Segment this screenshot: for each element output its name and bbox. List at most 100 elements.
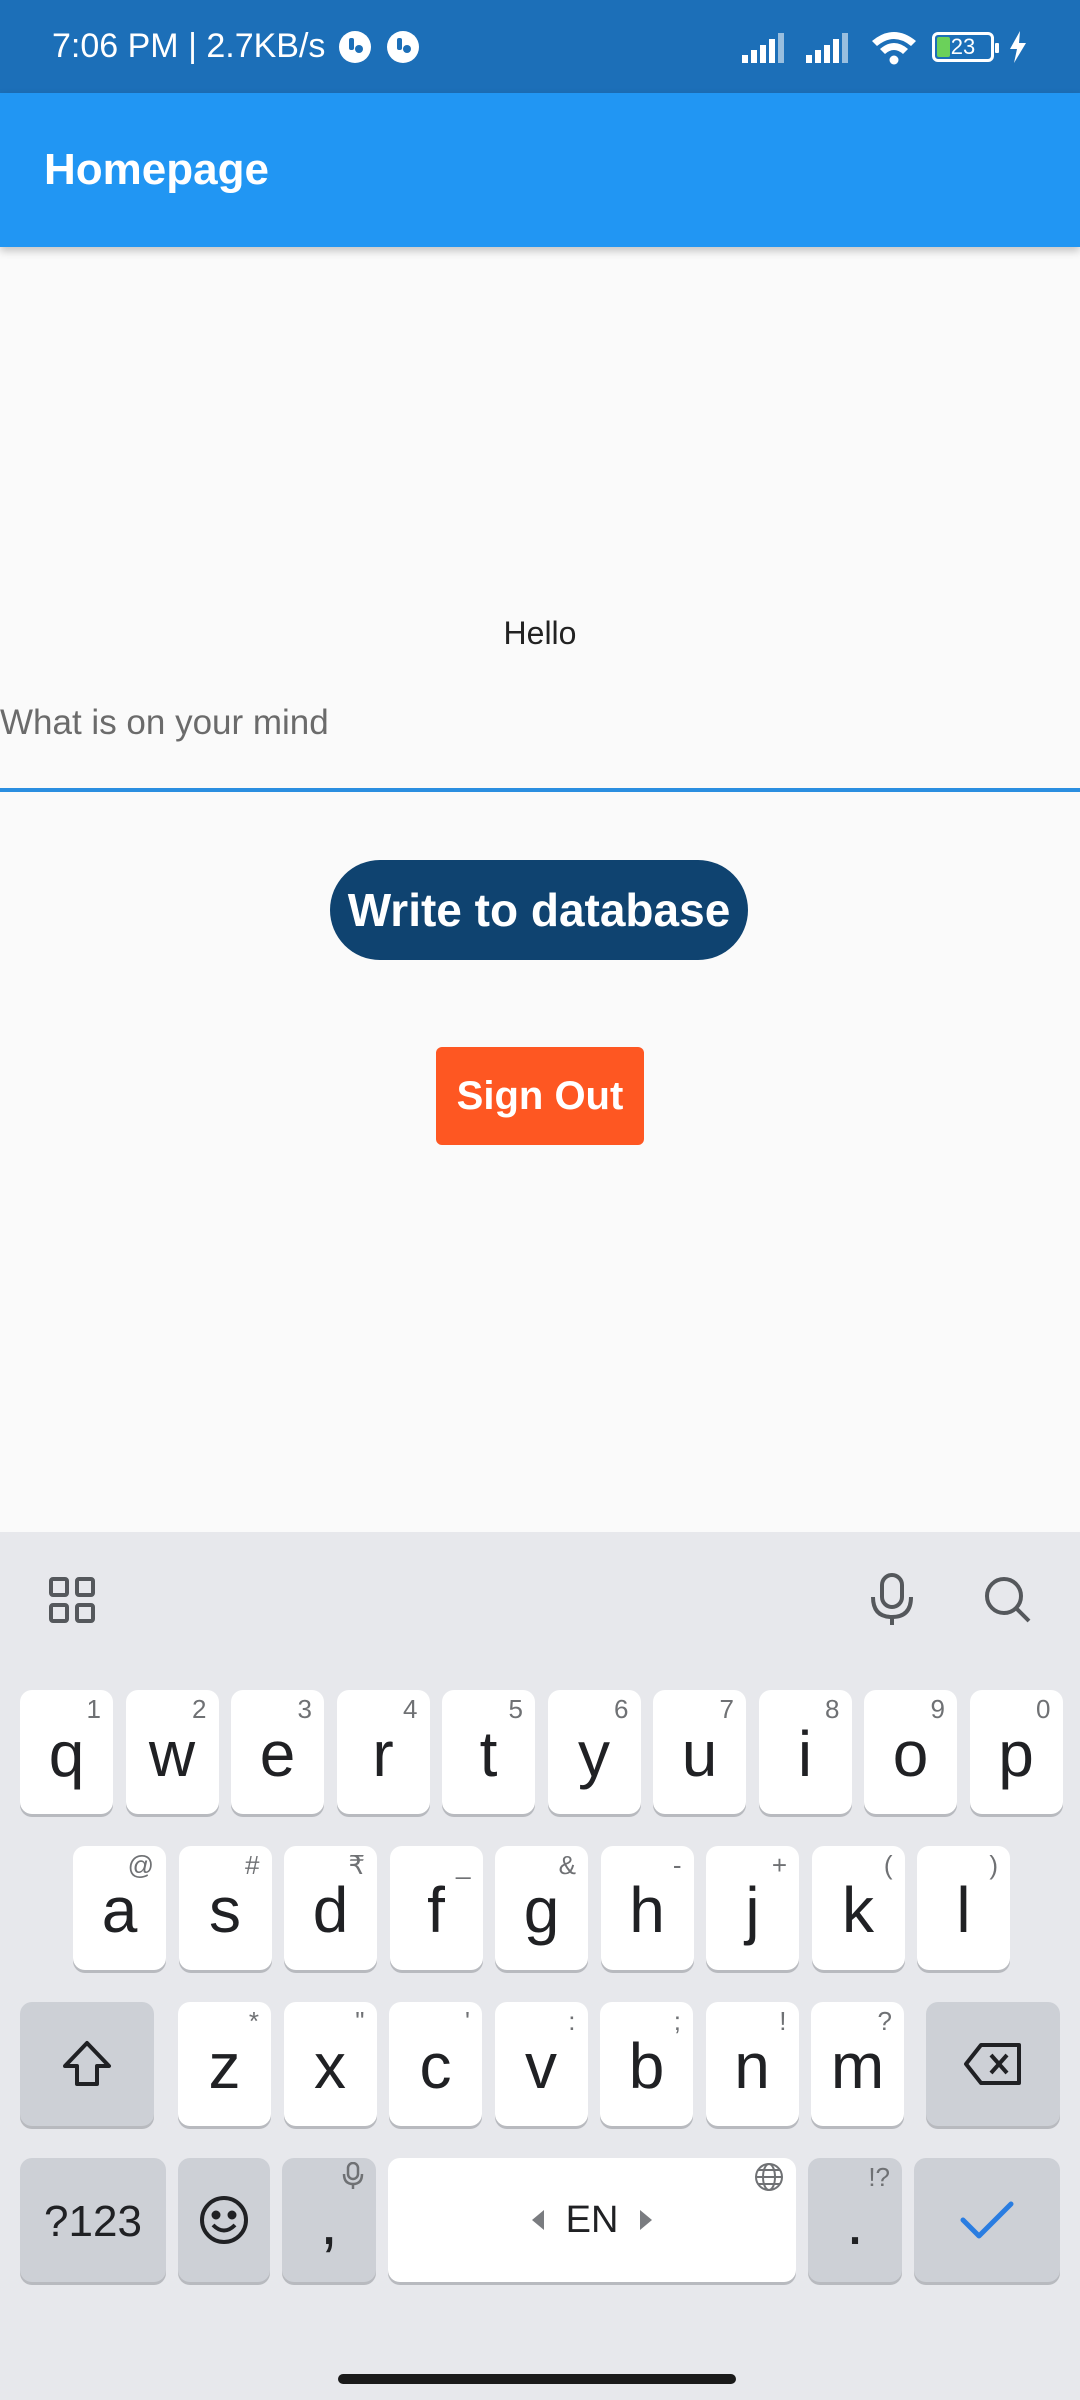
key-b[interactable]: ; b [600, 2002, 693, 2126]
key-x[interactable]: " x [283, 2002, 377, 2126]
enter-key[interactable] [914, 2158, 1060, 2282]
key-label: y [578, 1718, 610, 1790]
arrow-left-icon [531, 2210, 544, 2230]
key-label: e [259, 1718, 296, 1790]
sign-out-button[interactable]: Sign Out [436, 1047, 644, 1145]
microphone-icon[interactable] [864, 1572, 920, 1628]
arrow-right-icon [640, 2210, 653, 2230]
key-hint: & [558, 1850, 576, 1880]
write-to-database-button[interactable]: Write to database [330, 860, 748, 960]
key-label: d [312, 1874, 349, 1946]
key-label: b [628, 2030, 665, 2102]
battery-icon: 23 [932, 31, 999, 62]
key-hint: + [771, 1850, 787, 1880]
key-s[interactable]: # s [178, 1846, 272, 1970]
key-label: i [797, 1718, 813, 1790]
notification-app-icon [337, 29, 373, 65]
key-f[interactable]: _ f [389, 1846, 483, 1970]
key-e[interactable]: 3e [231, 1690, 324, 1814]
shift-key[interactable] [20, 2002, 154, 2126]
space-key[interactable]: EN [388, 2158, 796, 2282]
wifi-icon [870, 29, 918, 65]
key-hint: * [248, 2006, 259, 2036]
key-label: v [525, 2030, 557, 2102]
shift-icon [63, 2041, 111, 2086]
key-hint: 5 [508, 1694, 523, 1724]
search-icon[interactable] [980, 1572, 1036, 1628]
emoji-icon [200, 2196, 248, 2244]
period-key[interactable]: !? . [808, 2158, 902, 2282]
period-key-hint: !? [868, 2162, 890, 2192]
key-p[interactable]: 0p [969, 1690, 1063, 1814]
key-hint: @ [127, 1850, 154, 1880]
screen: 7:06 PM | 2.7KB/s 23 Homepage Hello What… [0, 0, 1080, 2400]
symbols-key[interactable]: ?123 [20, 2158, 166, 2282]
key-q[interactable]: 1q [20, 1690, 113, 1814]
key-a[interactable]: @ a [73, 1846, 166, 1970]
status-right: 23 [742, 29, 1028, 65]
grid-icon[interactable] [44, 1572, 100, 1628]
key-j[interactable]: + j [706, 1846, 799, 1970]
thought-input[interactable] [0, 690, 1080, 756]
battery-level: 23 [950, 33, 976, 59]
key-c[interactable]: ' c [389, 2002, 482, 2126]
key-label: x [314, 2030, 346, 2102]
check-icon [960, 2201, 1014, 2239]
key-label: s [209, 1874, 241, 1946]
signal-icon [742, 31, 792, 63]
key-hint: 9 [930, 1694, 945, 1724]
key-hint: ? [877, 2006, 892, 2036]
key-k[interactable]: (k [811, 1846, 905, 1970]
period-key-label: . [846, 2186, 864, 2258]
key-hint: " [355, 2006, 365, 2036]
key-i[interactable]: 8i [758, 1690, 852, 1814]
key-hint: ) [989, 1850, 998, 1880]
key-label: w [148, 1718, 196, 1790]
key-label: k [842, 1874, 874, 1946]
backspace-key[interactable] [926, 2002, 1060, 2126]
key-label: c [419, 2030, 452, 2102]
key-hint: ; [673, 2006, 681, 2036]
status-bar: 7:06 PM | 2.7KB/s 23 [0, 0, 1080, 93]
app-bar: Homepage [0, 93, 1080, 247]
key-label: h [629, 1874, 665, 1946]
comma-key[interactable]: , [282, 2158, 376, 2282]
backspace-icon [964, 2043, 1021, 2085]
key-v[interactable]: :v [494, 2002, 588, 2126]
key-hint: ( [883, 1850, 893, 1880]
globe-icon [754, 2162, 784, 2199]
key-u[interactable]: 7u [653, 1690, 746, 1814]
key-y[interactable]: 6y [547, 1690, 641, 1814]
microphone-icon [342, 2161, 364, 2197]
keyboard-toolbar [0, 1532, 1080, 1662]
key-o[interactable]: 9o [864, 1690, 957, 1814]
key-hint: ₹ [348, 1850, 365, 1880]
key-hint: 8 [825, 1694, 840, 1724]
home-indicator[interactable] [338, 2374, 736, 2384]
soft-keyboard: 1q2w3e4r5t6y7u8i9o0p @ a # s ₹ d _ f & g - h + j(k) l … [0, 1532, 1080, 2400]
key-label: u [681, 1718, 718, 1790]
key-hint: ! [779, 2006, 787, 2036]
key-label: q [48, 1718, 85, 1790]
signal-icon [806, 31, 856, 63]
key-d[interactable]: ₹ d [284, 1846, 377, 1970]
key-m[interactable]: ? m [811, 2002, 904, 2126]
key-hint: 6 [614, 1694, 629, 1724]
key-z[interactable]: * z [178, 2002, 271, 2126]
key-hint: 1 [86, 1694, 101, 1724]
page-title: Homepage [44, 145, 269, 194]
key-t[interactable]: 5t [442, 1690, 535, 1814]
key-label: z [208, 2030, 241, 2102]
key-hint: - [672, 1850, 682, 1880]
key-hint: 0 [1036, 1694, 1051, 1724]
key-label: g [523, 1874, 560, 1946]
key-h[interactable]: -h [600, 1846, 694, 1970]
key-g[interactable]: & g [495, 1846, 588, 1970]
key-n[interactable]: ! n [705, 2002, 799, 2126]
thought-input-field[interactable] [0, 690, 1080, 792]
key-r[interactable]: 4r [336, 1690, 430, 1814]
emoji-key[interactable] [178, 2158, 270, 2282]
status-time: 7:06 PM | 2.7KB/s [52, 27, 326, 65]
key-w[interactable]: 2w [125, 1690, 219, 1814]
key-l[interactable]: ) l [917, 1846, 1010, 1970]
